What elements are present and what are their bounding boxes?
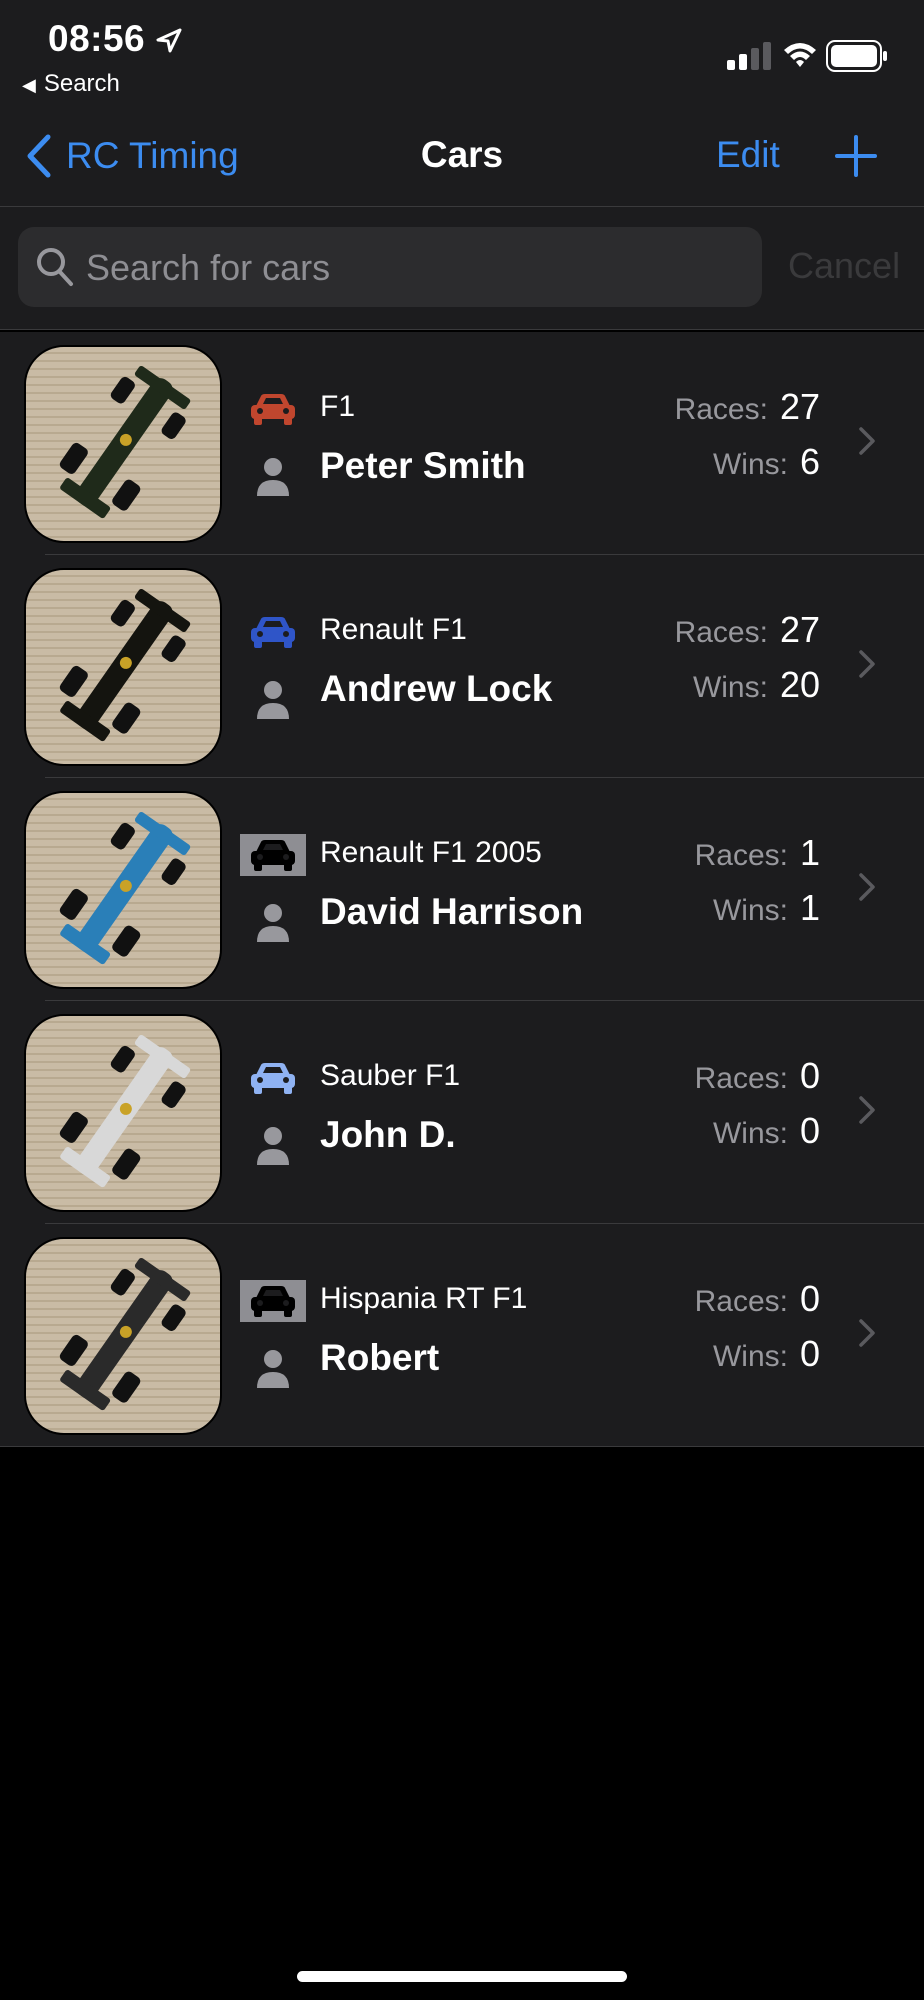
wins-count: 20 <box>779 664 820 705</box>
car-row[interactable]: Renault F1 2005 David Harrison Races: 1 … <box>0 778 924 1001</box>
driver-name: John D. <box>320 1114 456 1155</box>
add-car-button[interactable] <box>834 134 878 178</box>
car-row[interactable]: F1 Peter Smith Races: 27 Wins: 6 <box>0 332 924 555</box>
driver-name: David Harrison <box>320 891 584 932</box>
races-stat: Races: 1 <box>695 832 820 874</box>
car-row[interactable]: Renault F1 Andrew Lock Races: 27 Wins: 2… <box>0 555 924 778</box>
wins-stat: Wins: 0 <box>713 1110 820 1152</box>
chevron-right-icon <box>859 873 875 901</box>
person-icon <box>257 1350 289 1388</box>
status-bar: 08:56 ◀ Search <box>0 0 924 110</box>
driver-name: Robert <box>320 1337 440 1378</box>
wins-label: Wins: <box>712 1117 788 1150</box>
person-icon <box>257 904 289 942</box>
search-icon <box>37 248 73 286</box>
car-name: Renault F1 2005 <box>320 836 542 869</box>
wins-count: 0 <box>799 1110 820 1151</box>
car-photo <box>24 568 222 766</box>
races-count: 0 <box>799 1278 820 1319</box>
car-name: Hispania RT F1 <box>320 1282 528 1315</box>
car-icon <box>240 1057 306 1099</box>
car-icon <box>240 388 306 430</box>
search-input[interactable] <box>84 227 748 309</box>
person-icon <box>257 458 289 496</box>
row-separator <box>0 1446 924 1447</box>
wins-count: 6 <box>799 441 820 482</box>
wins-label: Wins: <box>712 894 788 927</box>
races-stat: Races: 0 <box>695 1278 820 1320</box>
battery-icon <box>826 40 887 72</box>
cancel-button[interactable]: Cancel <box>788 245 900 287</box>
races-label: Races: <box>674 393 768 426</box>
chevron-right-icon <box>859 1096 875 1124</box>
car-photo <box>24 345 222 543</box>
wins-label: Wins: <box>712 448 788 481</box>
person-icon <box>257 681 289 719</box>
car-photo <box>24 1014 222 1212</box>
page-title: Cars <box>420 134 504 175</box>
navigation-bar: RC Timing Cars Edit <box>0 110 924 207</box>
chevron-right-icon <box>859 650 875 678</box>
wifi-icon <box>784 43 816 67</box>
driver-name: Andrew Lock <box>320 668 553 709</box>
chevron-right-icon <box>859 1319 875 1347</box>
wins-label: Wins: <box>712 1340 788 1373</box>
driver-name: Peter Smith <box>320 445 526 486</box>
races-stat: Races: 27 <box>675 386 820 428</box>
car-name: F1 <box>320 390 356 423</box>
races-count: 27 <box>779 609 820 650</box>
wins-stat: Wins: 6 <box>713 441 820 483</box>
wins-stat: Wins: 0 <box>713 1333 820 1375</box>
wins-stat: Wins: 20 <box>693 664 820 706</box>
races-count: 1 <box>799 832 820 873</box>
back-app-label: Search <box>43 70 120 97</box>
races-label: Races: <box>694 1285 788 1318</box>
races-count: 27 <box>779 386 820 427</box>
wins-count: 1 <box>799 887 820 928</box>
car-row[interactable]: Sauber F1 John D. Races: 0 Wins: 0 <box>0 1001 924 1224</box>
car-icon <box>240 834 306 876</box>
wins-count: 0 <box>799 1333 820 1374</box>
races-label: Races: <box>694 839 788 872</box>
car-name: Renault F1 <box>320 613 467 646</box>
car-icon <box>240 1280 306 1322</box>
back-triangle-icon: ◀ <box>22 75 36 95</box>
wins-stat: Wins: 1 <box>713 887 820 929</box>
races-label: Races: <box>694 1062 788 1095</box>
edit-button[interactable]: Edit <box>716 134 780 176</box>
races-stat: Races: 0 <box>695 1055 820 1097</box>
races-count: 0 <box>799 1055 820 1096</box>
car-photo <box>24 1237 222 1435</box>
status-time: 08:56 <box>48 18 146 59</box>
chevron-right-icon <box>859 427 875 455</box>
person-icon <box>257 1127 289 1165</box>
car-icon <box>240 611 306 653</box>
car-row[interactable]: Hispania RT F1 Robert Races: 0 Wins: 0 <box>0 1224 924 1447</box>
back-to-app-link[interactable]: ◀ Search <box>22 70 120 98</box>
car-photo <box>24 791 222 989</box>
cellular-signal-icon <box>727 42 771 70</box>
home-indicator[interactable] <box>297 1971 627 1982</box>
search-bar: Cancel <box>0 207 924 330</box>
search-field[interactable] <box>18 227 762 309</box>
cars-list: F1 Peter Smith Races: 27 Wins: 6 Renault… <box>0 332 924 1447</box>
races-label: Races: <box>674 616 768 649</box>
location-arrow-icon <box>156 28 182 53</box>
races-stat: Races: 27 <box>675 609 820 651</box>
wins-label: Wins: <box>692 671 768 704</box>
car-name: Sauber F1 <box>320 1059 461 1092</box>
